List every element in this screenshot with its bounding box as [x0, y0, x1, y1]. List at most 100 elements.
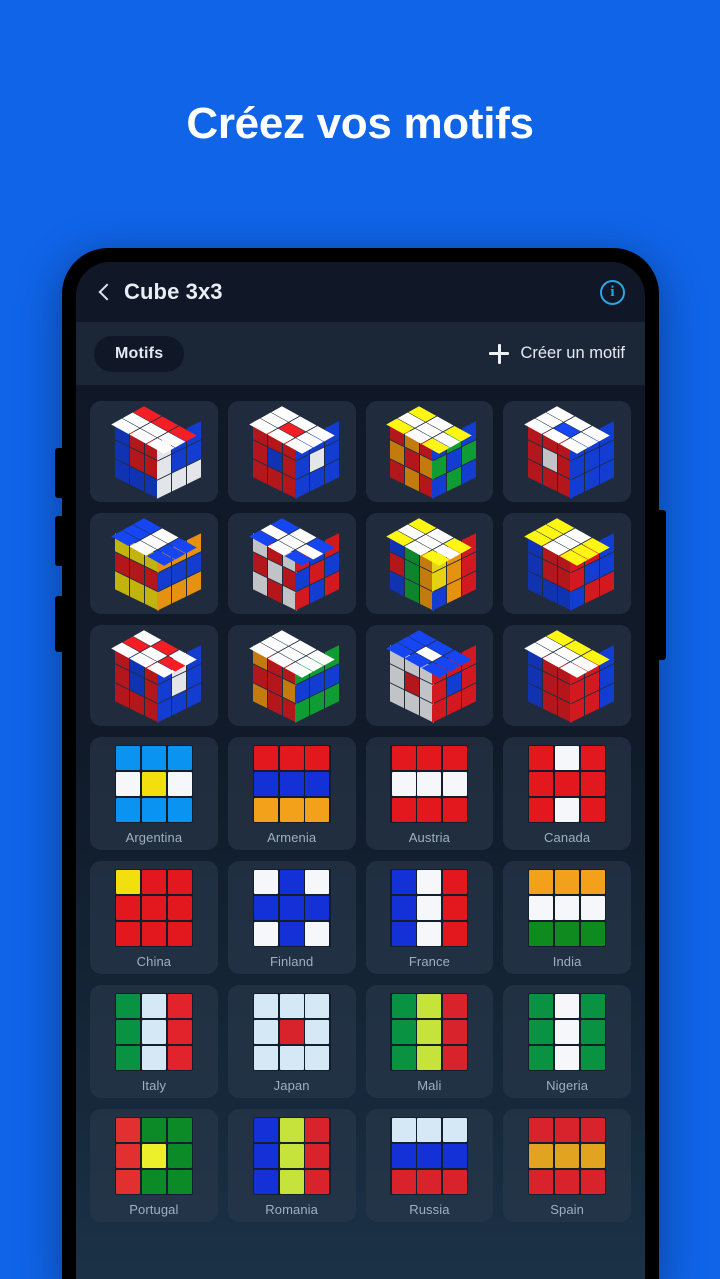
- pattern-tile-label: France: [408, 954, 450, 969]
- flag-sticker: [279, 797, 304, 822]
- pattern-tile[interactable]: [503, 625, 631, 726]
- pattern-tile[interactable]: [503, 401, 631, 502]
- pattern-tile[interactable]: Romania: [227, 1109, 356, 1222]
- flag-sticker: [253, 994, 278, 1019]
- flag-sticker: [417, 1045, 442, 1070]
- pattern-tile[interactable]: Mali: [365, 985, 494, 1098]
- flag-sticker: [443, 921, 468, 946]
- flag-sticker: [141, 870, 166, 895]
- flag-sticker: [305, 994, 330, 1019]
- flag-sticker: [116, 921, 141, 946]
- pattern-tile-label: Japan: [273, 1078, 310, 1093]
- pattern-tile[interactable]: France: [365, 861, 494, 974]
- flag-sticker: [141, 895, 166, 921]
- flag-sticker: [167, 1045, 192, 1070]
- pattern-tile[interactable]: [90, 401, 218, 502]
- flag-sticker: [279, 1019, 304, 1045]
- pattern-tile[interactable]: [503, 513, 631, 614]
- pattern-tile[interactable]: [365, 513, 494, 614]
- flag-sticker: [443, 1045, 468, 1070]
- flag-sticker: [555, 797, 580, 822]
- flag-sticker: [167, 1169, 192, 1194]
- flag-sticker: [167, 1143, 192, 1169]
- flag-sticker: [116, 994, 141, 1019]
- flag-sticker: [529, 870, 554, 895]
- flag-sticker: [443, 746, 468, 771]
- flag-sticker: [443, 1169, 468, 1194]
- flag-sticker: [391, 1143, 416, 1169]
- flag-sticker: [391, 746, 416, 771]
- flag-sticker: [279, 1118, 304, 1143]
- flag-sticker: [253, 1045, 278, 1070]
- info-circle-icon[interactable]: i: [600, 279, 625, 305]
- flag-sticker: [417, 746, 442, 771]
- flag-sticker: [529, 994, 554, 1019]
- pattern-tile-label: Romania: [265, 1202, 318, 1217]
- cube-3d-preview: [519, 516, 615, 612]
- flag-sticker: [391, 1019, 416, 1045]
- flag-sticker: [443, 1118, 468, 1143]
- flag-sticker: [167, 797, 192, 822]
- pattern-tile[interactable]: Finland: [227, 861, 356, 974]
- pattern-tile[interactable]: China: [90, 861, 218, 974]
- screenshot-stage: Créez vos motifs Cube 3x3 i Motifs Créer…: [0, 0, 720, 1279]
- cube-3d-preview: [106, 516, 202, 612]
- pattern-tile[interactable]: Russia: [365, 1109, 494, 1222]
- volume-up-button[interactable]: [55, 448, 64, 498]
- flag-sticker: [279, 870, 304, 895]
- flag-pattern-preview: [114, 869, 193, 947]
- flag-sticker: [253, 797, 278, 822]
- pattern-tile[interactable]: [365, 401, 494, 502]
- flag-sticker: [305, 1169, 330, 1194]
- power-button[interactable]: [657, 510, 666, 660]
- pattern-tile[interactable]: Portugal: [90, 1109, 218, 1222]
- filter-chip-motifs[interactable]: Motifs: [94, 335, 185, 372]
- flag-sticker: [305, 771, 330, 797]
- flag-sticker: [529, 1118, 554, 1143]
- pattern-tile[interactable]: [365, 625, 494, 726]
- flag-sticker: [443, 771, 468, 797]
- flag-sticker: [555, 895, 580, 921]
- volume-down-button[interactable]: [55, 516, 64, 566]
- pattern-tile[interactable]: [227, 513, 356, 614]
- pattern-tile[interactable]: [90, 513, 218, 614]
- flag-sticker: [417, 1019, 442, 1045]
- flag-sticker: [253, 771, 278, 797]
- pattern-tile[interactable]: Argentina: [90, 737, 218, 850]
- pattern-tile-label: Spain: [550, 1202, 584, 1217]
- flag-sticker: [580, 746, 605, 771]
- flag-sticker: [141, 771, 166, 797]
- pattern-tile[interactable]: Italy: [90, 985, 218, 1098]
- pattern-tile[interactable]: Spain: [503, 1109, 631, 1222]
- mute-switch-button[interactable]: [55, 596, 64, 652]
- flag-sticker: [141, 1118, 166, 1143]
- flag-sticker: [305, 1143, 330, 1169]
- flag-sticker: [279, 921, 304, 946]
- flag-sticker: [555, 1045, 580, 1070]
- chevron-left-icon[interactable]: [94, 279, 116, 305]
- flag-pattern-preview: [390, 993, 469, 1071]
- pattern-tile[interactable]: Austria: [365, 737, 494, 850]
- pattern-tile[interactable]: Canada: [503, 737, 631, 850]
- pattern-tile[interactable]: Nigeria: [503, 985, 631, 1098]
- flag-sticker: [417, 895, 442, 921]
- flag-sticker: [580, 1045, 605, 1070]
- flag-sticker: [417, 1118, 442, 1143]
- flag-pattern-preview: [528, 869, 607, 947]
- flag-pattern-preview: [390, 869, 469, 947]
- create-pattern-button[interactable]: Créer un motif: [489, 343, 625, 364]
- pattern-tile[interactable]: India: [503, 861, 631, 974]
- flag-sticker: [305, 870, 330, 895]
- flag-sticker: [141, 1143, 166, 1169]
- pattern-tile[interactable]: Japan: [227, 985, 356, 1098]
- flag-sticker: [580, 1143, 605, 1169]
- pattern-tile[interactable]: [90, 625, 218, 726]
- flag-sticker: [253, 1143, 278, 1169]
- pattern-tile[interactable]: Armenia: [227, 737, 356, 850]
- flag-sticker: [116, 870, 141, 895]
- cube-3d-preview: [244, 516, 340, 612]
- flag-sticker: [580, 1118, 605, 1143]
- pattern-tile[interactable]: [227, 401, 356, 502]
- pattern-tile[interactable]: [227, 625, 356, 726]
- app-bar: Cube 3x3 i: [76, 262, 645, 322]
